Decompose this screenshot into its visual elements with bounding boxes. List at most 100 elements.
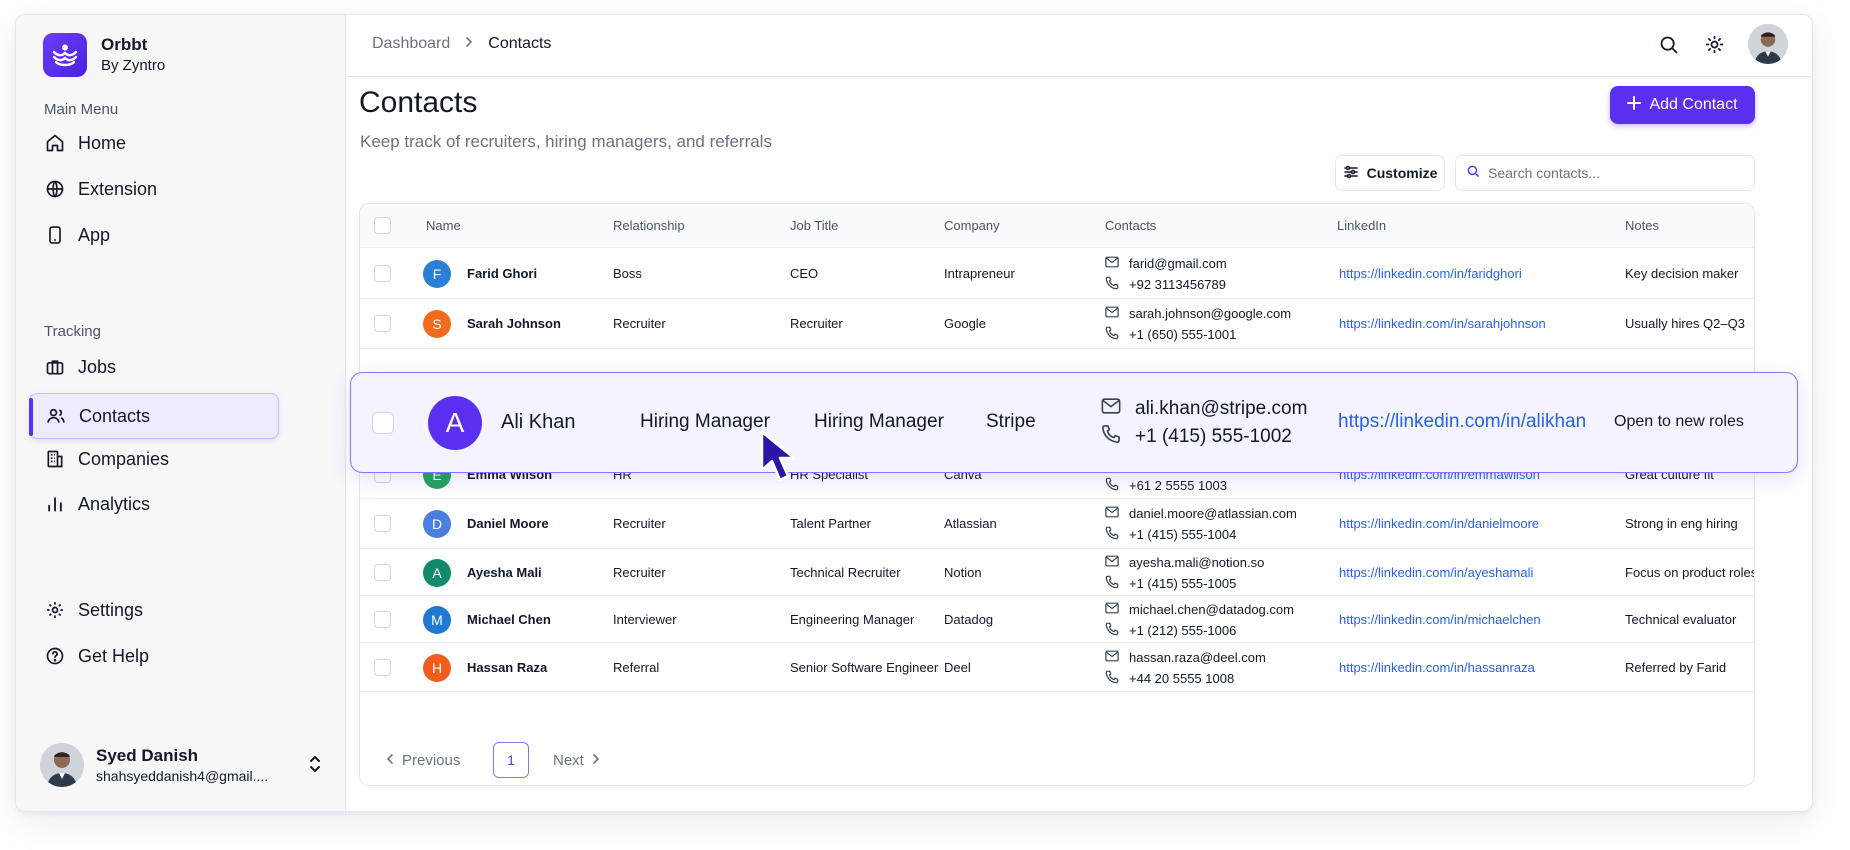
contact-email[interactable]: farid@gmail.com [1129,256,1227,271]
contact-email-line: michael.chen@datadog.com [1105,599,1294,620]
contact-email[interactable]: daniel.moore@atlassian.com [1129,506,1297,521]
home-icon [44,132,66,154]
contact-name[interactable]: Ali Khan [501,411,576,434]
avatar[interactable] [1748,24,1788,64]
sidebar-item-analytics[interactable]: Analytics [44,486,150,522]
contact-linkedin-link[interactable]: https://linkedin.com/in/alikhan [1338,411,1586,433]
table-row[interactable]: A Ayesha Mali Recruiter Technical Recruiter… [360,549,1754,596]
sidebar-item-settings[interactable]: Settings [44,592,143,628]
page-number-current[interactable]: 1 [493,742,529,778]
contacts-table: Name Relationship Job Title Company Cont… [359,203,1755,786]
row-checkbox[interactable] [372,412,394,434]
search-icon[interactable] [1656,32,1680,56]
contact-phone: +1 (650) 555-1001 [1129,327,1237,342]
sun-icon[interactable] [1702,32,1726,56]
contact-linkedin-link[interactable]: https://linkedin.com/in/danielmoore [1339,516,1539,531]
column-header-job-title[interactable]: Job Title [790,218,838,233]
mail-icon [1101,398,1121,420]
column-header-name[interactable]: Name [426,218,461,233]
contact-linkedin-link[interactable]: https://linkedin.com/in/faridghori [1339,266,1522,281]
row-checkbox[interactable] [374,315,391,332]
contact-notes: Technical evaluator [1625,611,1737,627]
avatar-initial: H [431,659,443,676]
previous-page-button[interactable]: Previous [386,752,460,769]
sidebar-item-companies[interactable]: Companies [44,441,169,477]
contact-linkedin-link[interactable]: https://linkedin.com/in/sarahjohnson [1339,316,1546,331]
chevron-left-icon [386,752,394,769]
chevron-up-down-icon[interactable] [306,753,324,780]
row-checkbox[interactable] [374,563,391,581]
contact-info: sarah.johnson@google.com +1 (650) 555-100… [1105,303,1291,345]
brand-text: Orbbt By Zyntro [101,34,165,76]
previous-label: Previous [402,752,461,769]
contact-notes: Focus on product roles [1625,564,1755,580]
contact-job-title: Recruiter [790,316,843,331]
column-header-company[interactable]: Company [944,218,1000,233]
contact-email[interactable]: sarah.johnson@google.com [1129,306,1291,321]
mail-icon [1105,306,1119,321]
column-header-notes[interactable]: Notes [1625,218,1659,233]
table-row[interactable]: F Farid Ghori Boss CEO Intrapreneur farid@gma… [360,248,1754,299]
breadcrumb-dashboard[interactable]: Dashboard [372,35,450,53]
sidebar-item-extension[interactable]: Extension [44,171,157,207]
user-profile[interactable]: Syed Danish shahsyeddanish4@gmail.... [40,741,330,789]
customize-button[interactable]: Customize [1335,155,1445,191]
table-row[interactable]: H Hassan Raza Referral Senior Software Engi… [360,643,1754,692]
column-header-linkedin[interactable]: LinkedIn [1337,218,1386,233]
next-page-button[interactable]: Next [553,752,600,769]
contact-linkedin-link[interactable]: https://linkedin.com/in/ayeshamali [1339,565,1533,580]
row-checkbox[interactable] [374,658,391,676]
avatar-initial: A [445,407,465,438]
contact-email[interactable]: ayesha.mali@notion.so [1129,555,1264,570]
phone-icon [1105,670,1119,687]
contact-notes: Key decision maker [1625,265,1739,281]
search-contacts[interactable] [1455,155,1755,191]
contact-email[interactable]: hassan.raza@deel.com [1129,650,1266,665]
sidebar-item-app[interactable]: App [44,217,110,253]
user-email: shahsyeddanish4@gmail.... [96,768,269,784]
contact-name[interactable]: Sarah Johnson [467,316,561,331]
contact-notes: Usually hires Q2–Q3 [1625,316,1745,331]
contact-linkedin-link[interactable]: https://linkedin.com/in/hassanraza [1339,660,1535,675]
sidebar-item-contacts[interactable]: Contacts [29,393,279,439]
row-checkbox[interactable] [374,264,391,282]
contact-phone: +44 20 5555 1008 [1129,670,1235,686]
brand[interactable]: Orbbt By Zyntro [43,33,165,77]
add-contact-button[interactable]: Add Contact [1610,86,1755,124]
search-input[interactable] [1488,165,1748,181]
table-row-highlighted[interactable]: A Ali Khan Hiring Manager Hiring Manager… [350,372,1798,473]
row-checkbox[interactable] [374,610,391,628]
contact-email[interactable]: ali.khan@stripe.com [1135,398,1307,420]
avatar: H [423,653,451,682]
contact-name[interactable]: Farid Ghori [467,266,537,281]
contact-linkedin-link[interactable]: https://linkedin.com/in/michaelchen [1339,612,1541,627]
sidebar-item-label: Extension [78,178,158,199]
table-row[interactable]: D Daniel Moore Recruiter Talent Partner Atla… [360,499,1754,549]
contact-name[interactable]: Michael Chen [467,612,551,627]
row-checkbox[interactable] [374,515,391,532]
avatar-initial: A [432,564,442,581]
avatar: D [423,510,451,538]
contact-name[interactable]: Daniel Moore [467,516,549,531]
brand-name: Orbbt [101,35,148,54]
contact-phone-line: +1 (212) 555-1006 [1105,620,1294,641]
contact-job-title: Technical Recruiter [790,564,901,580]
select-all-checkbox[interactable] [374,217,391,234]
contact-phone: +1 (415) 555-1004 [1129,527,1237,542]
column-header-relationship[interactable]: Relationship [613,218,685,233]
contact-phone-line: +44 20 5555 1008 [1105,668,1266,689]
contact-info: farid@gmail.com +92 3113456789 [1105,253,1227,295]
mouse-cursor-icon [760,430,804,489]
contact-name[interactable]: Ayesha Mali [467,565,542,580]
table-row[interactable]: M Michael Chen Interviewer Engineering Mana… [360,596,1754,643]
sidebar-item-home[interactable]: Home [44,125,126,161]
table-row[interactable]: S Sarah Johnson Recruiter Recruiter Google sa… [360,299,1754,349]
contact-company: Datadog [944,611,994,627]
sidebar-item-get-help[interactable]: Get Help [44,638,149,674]
contact-email[interactable]: michael.chen@datadog.com [1129,602,1294,617]
contact-name[interactable]: Hassan Raza [467,660,547,675]
contact-notes: Referred by Farid [1625,659,1727,675]
column-header-contacts[interactable]: Contacts [1105,218,1156,233]
sidebar-item-jobs[interactable]: Jobs [44,349,116,385]
contact-phone: +92 3113456789 [1129,276,1226,292]
